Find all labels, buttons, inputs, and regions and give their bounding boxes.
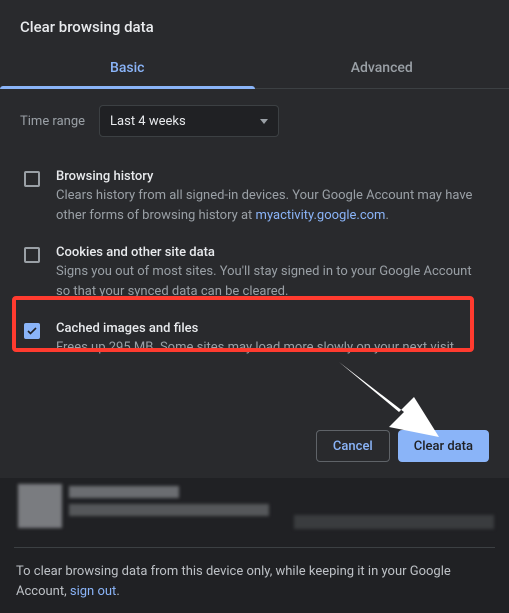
time-range-value: Last 4 weeks: [110, 114, 186, 129]
option-browsing-history: Browsing history Clears history from all…: [20, 159, 489, 235]
option-cookies: Cookies and other site data Signs you ou…: [20, 235, 489, 311]
blurred-profile-area: [14, 478, 495, 548]
link-sign-out[interactable]: sign out: [70, 584, 116, 599]
option-desc: Frees up 295 MB. Some sites may load mor…: [56, 338, 457, 358]
time-range-row: Time range Last 4 weeks: [20, 105, 489, 137]
check-icon: [26, 325, 38, 337]
option-cached-images: Cached images and files Frees up 295 MB.…: [20, 311, 489, 368]
clear-browsing-data-dialog: Clear browsing data Basic Advanced Time …: [0, 0, 509, 478]
option-title: Cookies and other site data: [56, 245, 485, 260]
checkbox-cached-images[interactable]: [24, 323, 40, 339]
option-desc: Signs you out of most sites. You'll stay…: [56, 262, 485, 301]
dialog-actions: Cancel Clear data: [0, 430, 509, 478]
footer-text: To clear browsing data from this device …: [14, 548, 495, 601]
checkbox-browsing-history[interactable]: [24, 171, 40, 187]
cancel-button[interactable]: Cancel: [316, 430, 390, 462]
tab-basic[interactable]: Basic: [0, 50, 255, 88]
option-title: Cached images and files: [56, 321, 457, 336]
link-myactivity[interactable]: myactivity.google.com: [256, 208, 386, 223]
page-background: To clear browsing data from this device …: [0, 478, 509, 613]
tab-bar: Basic Advanced: [0, 50, 509, 89]
checkbox-cookies[interactable]: [24, 247, 40, 263]
time-range-label: Time range: [20, 114, 85, 129]
chevron-down-icon: [260, 119, 268, 124]
option-desc: Clears history from all signed-in device…: [56, 186, 485, 225]
clear-data-button[interactable]: Clear data: [398, 430, 489, 462]
time-range-select[interactable]: Last 4 weeks: [99, 105, 279, 137]
dialog-title: Clear browsing data: [0, 0, 509, 50]
option-title: Browsing history: [56, 169, 485, 184]
tab-advanced[interactable]: Advanced: [255, 50, 509, 88]
